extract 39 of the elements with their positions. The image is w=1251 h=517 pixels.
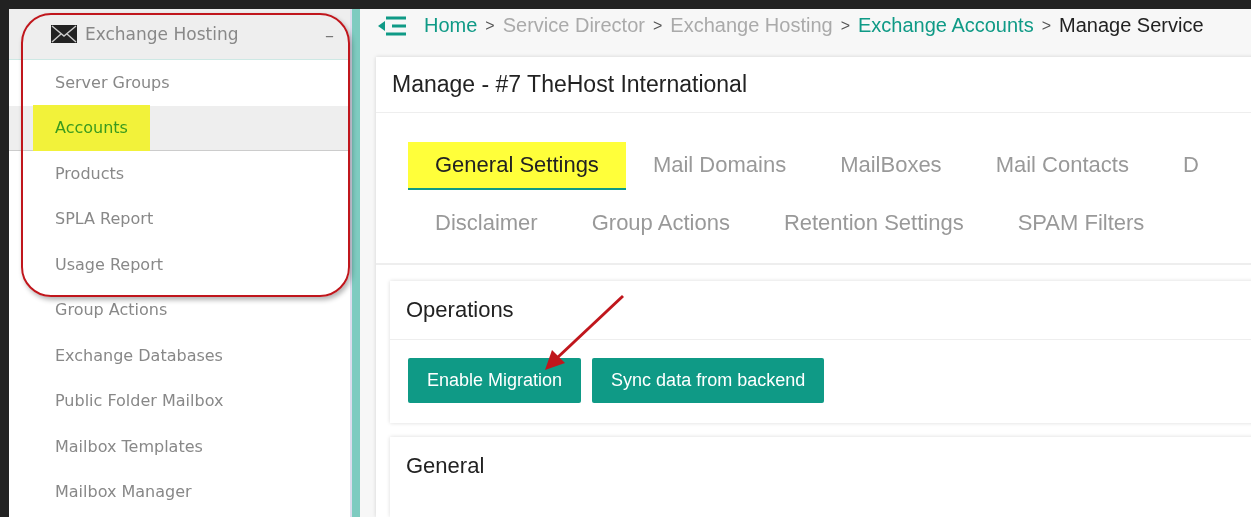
sidebar-item[interactable]: Mailbox Templates bbox=[33, 423, 225, 470]
panel-title: General bbox=[405, 452, 486, 480]
sidebar-item[interactable]: Exchange Databases bbox=[33, 332, 245, 379]
tab[interactable]: General Settings bbox=[408, 142, 626, 190]
tab[interactable]: Disclaimer bbox=[408, 200, 565, 248]
tab[interactable]: Mail Contacts bbox=[968, 142, 1156, 190]
breadcrumb-link[interactable]: Service Director bbox=[502, 14, 645, 37]
action-button[interactable]: Enable Migration bbox=[408, 358, 582, 403]
breadcrumb-link[interactable]: Exchange Hosting bbox=[670, 14, 833, 37]
breadcrumb-separator: > bbox=[485, 16, 495, 35]
sidebar-item[interactable]: SPLA Report bbox=[33, 196, 176, 243]
breadcrumb-link[interactable]: Home bbox=[424, 14, 478, 37]
sidebar-item[interactable]: Accounts bbox=[33, 104, 150, 151]
tab[interactable]: SPAM Filters bbox=[990, 200, 1172, 248]
envelope-icon bbox=[51, 25, 77, 43]
sidebar-item[interactable]: Server Groups bbox=[33, 59, 192, 106]
tab[interactable]: Mail Domains bbox=[625, 142, 814, 190]
breadcrumb-separator: > bbox=[1041, 16, 1051, 35]
sidebar-item[interactable]: Group Actions bbox=[33, 287, 190, 334]
tab[interactable]: Group Actions bbox=[564, 200, 757, 248]
scrollbar[interactable] bbox=[350, 9, 360, 517]
sidebar-item[interactable]: Public Folder Mailbox bbox=[33, 378, 246, 425]
section-title: Exchange Hosting bbox=[85, 24, 240, 44]
tab[interactable]: D bbox=[1155, 142, 1226, 190]
breadcrumb-link[interactable]: Exchange Accounts bbox=[858, 14, 1034, 37]
sidebar-item[interactable]: Products bbox=[33, 150, 147, 197]
tab[interactable]: Retention Settings bbox=[756, 200, 991, 248]
sidebar-header[interactable]: Exchange Hosting – bbox=[9, 9, 350, 60]
page-title: Manage - #7 TheHost International bbox=[376, 57, 1251, 113]
breadcrumb-separator: > bbox=[840, 16, 850, 35]
breadcrumb-current: Manage Service bbox=[1059, 14, 1204, 37]
menu-collapse-icon[interactable] bbox=[376, 14, 408, 37]
breadcrumb-separator: > bbox=[652, 16, 663, 35]
collapse-toggle[interactable]: – bbox=[325, 23, 334, 45]
sidebar-item[interactable]: Mailbox Manager bbox=[33, 469, 214, 516]
tab[interactable]: MailBoxes bbox=[813, 142, 969, 190]
panel-title: Operations bbox=[390, 281, 1251, 340]
sidebar-item[interactable]: Usage Report bbox=[33, 241, 185, 288]
action-button[interactable]: Sync data from backend bbox=[592, 358, 825, 403]
